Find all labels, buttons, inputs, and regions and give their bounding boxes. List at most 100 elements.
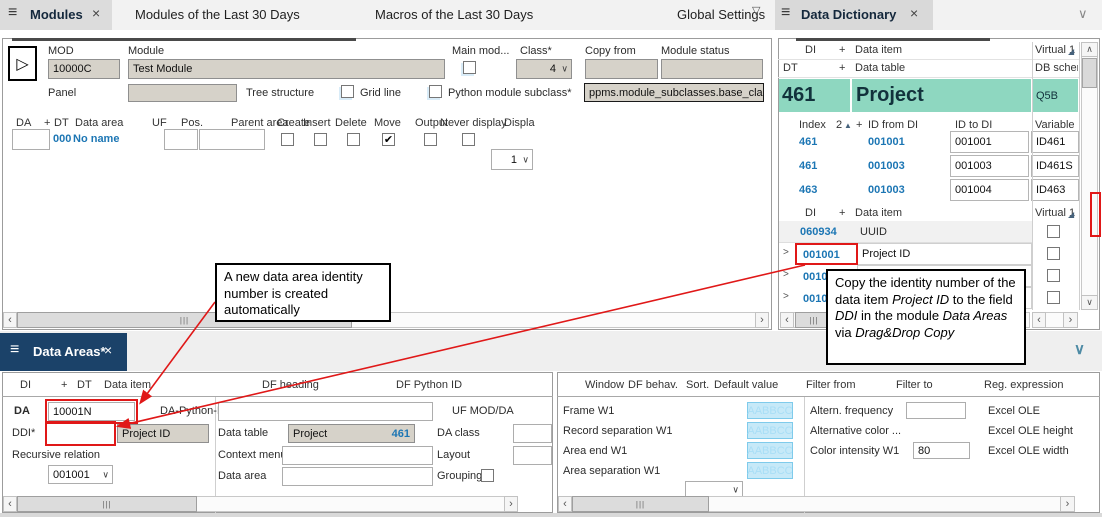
col-di[interactable]: DI [20,379,31,391]
scroll-left-button[interactable]: ‹ [3,496,17,512]
copy-from-field[interactable] [585,59,658,79]
tab-modules[interactable]: ≡ Modules × [0,0,112,30]
virtual-checkbox[interactable] [1047,247,1060,260]
id-to-di-header[interactable]: ID to DI [955,119,992,131]
close-icon[interactable]: × [910,5,918,21]
index-value[interactable]: 461 [799,136,817,148]
module-status-field[interactable] [661,59,763,79]
dict-dt-header[interactable]: DT [783,62,798,74]
grouping-checkbox[interactable] [481,469,494,482]
variable-cell[interactable]: ID461 [1031,131,1079,153]
variable-header[interactable]: Variable [1035,119,1075,131]
panel-field[interactable] [128,84,237,102]
scroll-right-button[interactable]: › [755,312,769,328]
layout-field[interactable] [513,446,552,465]
col-never-display[interactable]: Never display [440,117,507,129]
id-to-cell[interactable]: 001004 [950,179,1029,201]
col-default-value[interactable]: Default value [714,379,778,391]
area-end-color-swatch[interactable]: AABBCC [747,442,793,459]
da-input[interactable] [12,129,50,150]
variable-cell[interactable]: ID463 [1031,179,1079,201]
col-filter-from[interactable]: Filter from [806,379,856,391]
row-dt-value[interactable]: 000 [53,133,71,145]
dict-di-header[interactable]: DI [805,44,816,56]
id-to-cell[interactable]: 001003 [950,155,1029,177]
id-from-value[interactable]: 001001 [868,136,905,148]
add-icon[interactable]: + [839,207,845,219]
tab-data-dictionary[interactable]: ≡ Data Dictionary × [775,0,933,30]
selected-table-name[interactable]: Project [852,79,1031,112]
item-name-cell[interactable]: Project ID [857,243,1032,265]
scroll-right-button[interactable]: › [504,496,518,512]
expand-chevron-icon[interactable]: ∨ [1074,340,1085,358]
expand-icon[interactable]: > [783,291,789,302]
id-from-value[interactable]: 001003 [868,160,905,172]
module-field[interactable]: Test Module [128,59,445,79]
ddi-dropdown[interactable]: 001001 [48,465,113,484]
item-data-item-header[interactable]: Data item [855,207,902,219]
selected-table-schema[interactable]: Q5B [1033,79,1078,112]
item-di-value[interactable]: 060934 [800,226,837,238]
add-icon[interactable]: + [61,379,67,391]
close-icon[interactable]: × [104,342,112,358]
scroll-left-button[interactable]: ‹ [780,312,794,328]
col-pos[interactable]: Pos. [181,117,203,129]
scroll-down-button[interactable]: ∨ [1081,295,1098,310]
add-icon[interactable]: + [856,119,862,131]
scroll-left-button[interactable]: ‹ [558,496,572,512]
scroll-left-button[interactable]: ‹ [1032,312,1046,328]
scrollbar-thumb[interactable] [572,496,709,512]
tab-overflow-icon[interactable]: ▽ [752,4,760,17]
col-data-area[interactable]: Data area [75,117,123,129]
display-dropdown[interactable]: 1 [491,149,533,170]
tab-recent-macros[interactable]: Macros of the Last 30 Days [375,7,533,22]
hamburger-icon[interactable]: ≡ [781,4,790,22]
python-subclass-checkbox[interactable] [429,85,442,98]
virtual-checkbox[interactable] [1047,291,1060,304]
tab-recent-modules[interactable]: Modules of the Last 30 Days [135,7,300,22]
index-value[interactable]: 463 [799,184,817,196]
area-separation-color-swatch[interactable]: AABBCC [747,462,793,479]
collapse-chevron-icon[interactable]: ∨ [1078,6,1088,22]
col-window[interactable]: Window [585,379,624,391]
hamburger-icon[interactable]: ≡ [8,4,17,22]
col-display[interactable]: Displa [504,117,535,129]
col-filter-to[interactable]: Filter to [896,379,933,391]
item-name-value[interactable]: UUID [860,226,887,238]
move-checkbox[interactable] [382,133,395,146]
color-intensity-field[interactable]: 80 [913,442,970,459]
col-df-heading[interactable]: DF heading [262,379,319,391]
class-dropdown[interactable]: 4 [516,59,572,79]
run-module-button[interactable]: ▷ [8,46,37,81]
record-separation-color-swatch[interactable]: AABBCC [747,422,793,439]
col-reg-expression[interactable]: Reg. expression [984,379,1064,391]
col-df-python-id[interactable]: DF Python ID [396,379,462,391]
col-df-behav[interactable]: DF behav. [628,379,678,391]
id-to-cell[interactable]: 001001 [950,131,1029,153]
selected-table-id[interactable]: 461 [779,79,850,112]
close-icon[interactable]: × [92,5,100,21]
col-sort[interactable]: Sort. [686,379,709,391]
id-from-value[interactable]: 001003 [868,184,905,196]
index-col-header[interactable]: Index [799,119,826,131]
data-table-field[interactable]: Project 461 [288,424,415,443]
item-di-value[interactable]: 0010 [803,293,827,305]
da-python-id-field[interactable] [218,402,433,421]
id-from-di-header[interactable]: ID from DI [868,119,918,131]
delete-checkbox[interactable] [347,133,360,146]
data-area-field[interactable] [282,467,433,486]
col-insert[interactable]: Insert [303,117,331,129]
dict-data-table-header[interactable]: Data table [855,62,905,74]
da-class-field[interactable] [513,424,552,443]
col-dt[interactable]: DT [77,379,92,391]
create-checkbox[interactable] [281,133,294,146]
dict-data-item-header[interactable]: Data item [855,44,902,56]
col-dt[interactable]: DT [54,117,69,129]
uf-input[interactable] [164,129,198,150]
python-subclass-field[interactable]: ppms.module_subclasses.base_class [584,83,764,102]
index-value[interactable]: 461 [799,160,817,172]
never-display-checkbox[interactable] [462,133,475,146]
item-di-value[interactable]: 0010 [803,271,827,283]
add-icon[interactable]: + [839,44,845,56]
main-mod-checkbox[interactable] [463,61,476,74]
